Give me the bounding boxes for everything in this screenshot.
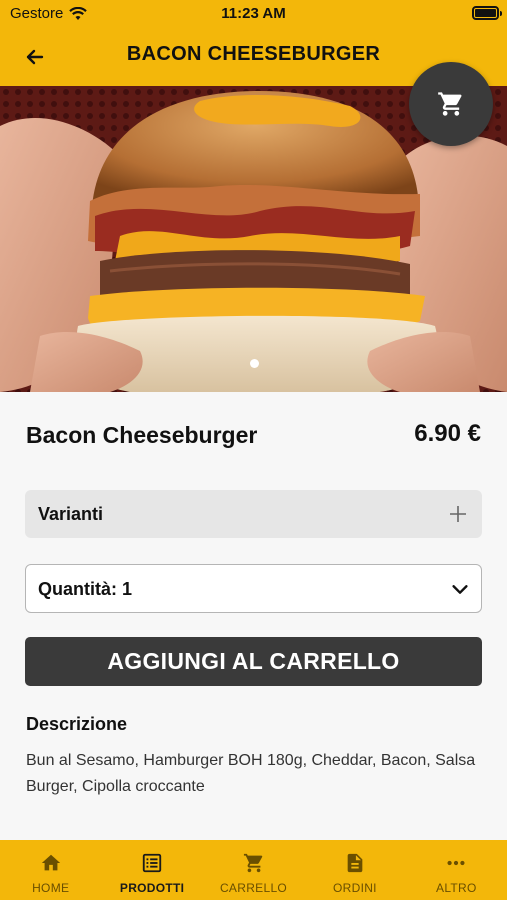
plus-icon — [450, 506, 466, 522]
tab-label: ALTRO — [436, 881, 477, 895]
product-name: Bacon Cheeseburger — [26, 422, 258, 448]
tab-label: PRODOTTI — [119, 881, 185, 895]
tab-carrello[interactable]: CARRELLO — [203, 840, 304, 900]
clock: 11:23 AM — [221, 5, 286, 22]
tab-ordini[interactable]: ORDINI — [304, 840, 405, 900]
description-title: Descrizione — [26, 714, 128, 734]
tab-label: ORDINI — [333, 881, 377, 895]
chevron-down-icon — [452, 585, 468, 594]
tab-home[interactable]: HOME — [0, 840, 101, 900]
product-details: Bacon Cheeseburger 6.90 € Varianti Quant… — [0, 392, 507, 840]
battery-icon — [472, 6, 502, 20]
tab-label: CARRELLO — [219, 881, 288, 895]
variants-label: Varianti — [38, 504, 104, 524]
quantity-select[interactable]: Quantità: 1 — [25, 564, 482, 613]
tab-label: HOME — [32, 881, 70, 895]
more-icon — [447, 860, 465, 866]
tab-bar: HOME PRODOTTI CARRELLO ORDINI ALTRO — [0, 840, 507, 900]
list-icon — [142, 853, 162, 873]
cart-button[interactable] — [409, 62, 493, 146]
variants-accordion[interactable]: Varianti — [25, 490, 482, 538]
page-title: BACON CHEESEBURGER — [126, 43, 381, 65]
carousel-dot-active — [250, 359, 259, 368]
cart-icon — [438, 92, 462, 116]
quantity-label: Quantità: 1 — [38, 579, 133, 599]
tab-altro[interactable]: ALTRO — [406, 840, 507, 900]
home-icon — [41, 854, 60, 871]
product-price: 6.90 € — [414, 420, 481, 447]
add-to-cart-button[interactable]: AGGIUNGI AL CARRELLO — [25, 637, 482, 686]
description-text: Bun al Sesamo, Hamburger BOH 180g, Chedd… — [26, 752, 476, 795]
cart-icon — [243, 853, 262, 873]
status-bar: Gestore 11:23 AM — [0, 0, 507, 28]
tab-prodotti[interactable]: PRODOTTI — [101, 840, 202, 900]
document-icon — [347, 853, 363, 873]
